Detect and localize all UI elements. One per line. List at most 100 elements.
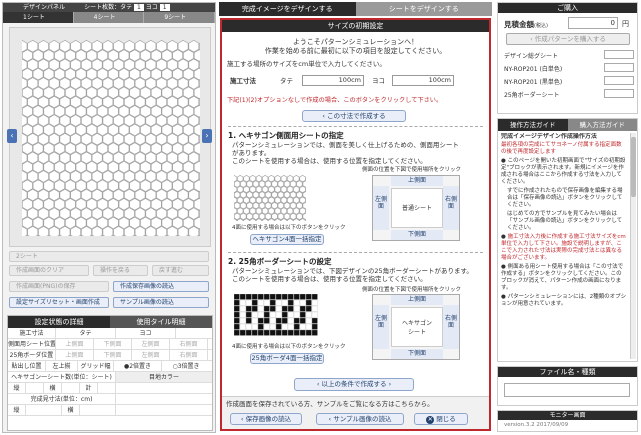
border-diagram-top[interactable]: 上側面 — [391, 295, 443, 305]
section1-line-3: このシートを使用する場合は、使用する位置を指定してください。 — [232, 157, 427, 165]
section1-line-2: があります。 — [232, 149, 271, 157]
tab-operation-guide[interactable]: 操作方法ガイド — [498, 119, 568, 131]
hexagon-grid[interactable] — [22, 40, 200, 236]
tate-input[interactable]: 100cm — [302, 75, 364, 86]
section2-line-2: このシートを使用する場合は、使用する位置を指定してください。 — [232, 275, 427, 283]
diagram-center-sheet: 普通シート — [391, 188, 443, 228]
border-sheet-sample — [234, 294, 318, 336]
tab-purchase-guide[interactable]: 購入方法ガイド — [567, 119, 637, 131]
guide-bullet-2: ● 施工寸法入力後に作成する施工寸法サイズをcm単位で入力して下さい。施設で説明… — [501, 234, 626, 261]
grid-option-3x[interactable]: ○3倍置き — [162, 361, 210, 371]
welcome-line-2: 作業を始める前に最初に以下の項目を設定してください。 — [264, 47, 447, 55]
guide-bullet-1b: すでに作成されたもので保存画像を編集する場合は「保存画像の読込」ボタンをクリック… — [507, 188, 623, 208]
status-title: 設定状態の詳細 — [8, 316, 110, 328]
diagram-left-side[interactable]: 左側面 — [373, 186, 389, 230]
eye-color-title: 目地カラー — [116, 372, 212, 382]
tile-detail-title: 使用タイル明細 — [110, 316, 212, 328]
yoko-input[interactable]: 100cm — [392, 75, 454, 86]
version-label: version.3.2 2017/09/09 — [504, 422, 569, 428]
border-4side-all-button[interactable]: 25角ボーダ4面一括指定 — [250, 353, 324, 364]
guide-title: 完成イメージデザイン作成操作方法 — [501, 133, 597, 140]
sample-caption-2: 4面に使用する場合は以下のボタンをクリック — [232, 344, 346, 350]
tab-4-sheet[interactable]: 4シート — [74, 12, 145, 23]
scroll-left-icon[interactable]: ‹ — [7, 129, 17, 143]
buy-pattern-button[interactable]: ‹ 作成パターンを購入する — [506, 33, 630, 45]
scroll-right-icon[interactable]: › — [202, 129, 212, 143]
section2-title: 2. 25角ボーダーシートの設定 — [228, 257, 332, 266]
guide-bullet-4: ● パターンシミュレーションには、2種類のオプションが用意されています。 — [501, 294, 627, 307]
count-total-label: 計 — [80, 383, 98, 393]
border-pos-right: 右側面 — [170, 350, 208, 360]
hex-4side-all-button[interactable]: ヘキサゴン4面一括指定 — [250, 234, 324, 245]
welcome-line-1: ようこそパターンシミュレーションへ！ — [292, 38, 419, 46]
sheet-counter-yoko: 1 — [159, 4, 170, 11]
clear-canvas-button[interactable]: 作成画面のクリア — [9, 265, 89, 276]
border-diagram-left[interactable]: 左側面 — [373, 305, 389, 349]
item-border-field — [604, 89, 634, 98]
border-pos-bottom: 下側面 — [94, 350, 132, 360]
guide-scrollbar[interactable] — [630, 133, 636, 359]
file-name-field[interactable] — [504, 383, 630, 397]
section1-line-1: パターンシミュレーションでは、側面を美しく仕上げるための、側面用シート — [232, 141, 459, 149]
undo-button[interactable]: 操作を戻る — [93, 265, 148, 276]
divider — [228, 252, 483, 253]
guide-tabs: 操作方法ガイド 購入方法ガイド — [498, 119, 637, 131]
sheet-label: 2シート — [9, 251, 209, 262]
yoko-label: ヨコ — [116, 328, 176, 338]
diagram-right-side[interactable]: 右側面 — [443, 186, 459, 230]
diagram-top-side[interactable]: 上側面 — [391, 176, 443, 186]
chevron-right-icon: › — [388, 380, 392, 388]
guide-bullet-1c: はじめての方でサンプルを見てみたい場合は「サンプル画像の読込」ボタンをクリックし… — [507, 211, 623, 231]
tab-9-sheet[interactable]: 9シート — [144, 12, 215, 23]
size-label: 施工寸法 — [230, 77, 256, 85]
border-diagram-bottom[interactable]: 下側面 — [391, 349, 443, 359]
size-instruction: 施工する場所のサイズをcm単位で入力してください。 — [227, 60, 386, 68]
sample-caption-1: 4面に使用する場合は以下のボタンをクリック — [232, 225, 346, 231]
load-sample-button[interactable]: ‹ サンプル画像の読込 — [316, 413, 404, 425]
guide-bullet-3: ● 側面ある用シート使用する場合は「この寸法で作成する」ボタンをクリックしてくだ… — [501, 264, 624, 291]
finished-yoko-label: 横 — [62, 405, 80, 415]
estimate-label: 見積金額(税込) — [504, 20, 548, 29]
save-png-button[interactable]: 作成画面(PNG)の保存 — [9, 281, 109, 292]
main-tabs: 完成イメージをデザインする シートをデザインする — [219, 2, 492, 16]
sheet-canvas[interactable] — [9, 27, 211, 247]
tab-design-sheet[interactable]: シートをデザインする — [355, 2, 492, 16]
pos-left: 左側面 — [132, 339, 170, 349]
item-white: NY-ROP201 (白単色) — [504, 66, 563, 73]
close-button[interactable]: ✕ 閉じる — [414, 413, 468, 425]
chevron-left-icon: ‹ — [322, 112, 326, 120]
load-sample-image-button[interactable]: サンプル画像の読込 — [113, 297, 209, 308]
click-hint-2: 側面の位置を下図で使用場所をクリック — [362, 287, 462, 293]
chevron-left-icon: ‹ — [240, 415, 244, 423]
create-with-conditions-button[interactable]: ‹ 以上の条件で作成する › — [294, 378, 414, 391]
load-saved-image-button[interactable]: 作成保存画像の読込 — [113, 281, 209, 292]
tab-1-sheet[interactable]: 1シート — [3, 12, 74, 23]
pos-top: 上側面 — [56, 339, 94, 349]
count-yoko-label: 横 — [44, 383, 62, 393]
guide-content: 完成イメージデザイン作成操作方法 最初各項の完成にてサヨネーノ付属する指定面数の… — [501, 133, 627, 359]
yoko-label: ヨコ — [372, 77, 385, 85]
file-title: ファイル名・種類 — [498, 367, 637, 377]
file-box: ファイル名・種類 — [497, 366, 638, 406]
tate-label: タテ — [280, 77, 293, 85]
redo-button[interactable]: 戻す進む — [152, 265, 209, 276]
divider — [228, 126, 483, 127]
diagram-bottom-side[interactable]: 下側面 — [391, 230, 443, 240]
monitor-title: モニター画面 — [498, 411, 637, 420]
border-pos-left: 左側面 — [132, 350, 170, 360]
scrollbar-thumb[interactable] — [631, 137, 636, 197]
settings-status-table: 設定状態の詳細 使用タイル明細 施工寸法 タテ ヨコ 側面用シート位置 上側面 … — [7, 315, 213, 431]
chevron-left-icon: ‹ — [316, 380, 320, 388]
load-saved-button[interactable]: ‹ 保存画像の読込 — [230, 413, 302, 425]
pos-right: 右側面 — [170, 339, 208, 349]
tab-design-image[interactable]: 完成イメージをデザインする — [219, 2, 356, 16]
border-sheet-diagram: 上側面 下側面 左側面 右側面 ヘキサゴン シート — [372, 294, 460, 360]
create-with-size-button[interactable]: ‹ この寸法で作成する — [302, 110, 406, 122]
guide-box: 操作方法ガイド 購入方法ガイド 完成イメージデザイン作成操作方法 最初各項の完成… — [497, 118, 638, 362]
border-diagram-right[interactable]: 右側面 — [443, 305, 459, 349]
grid-option-2x[interactable]: ●2倍置き — [114, 361, 162, 371]
finished-tate-label: 縦 — [8, 405, 26, 415]
sheet-tabs: 1シート 4シート 9シート — [3, 12, 215, 23]
size-reset-button[interactable]: 設定サイズリセット・画面作成 — [9, 297, 109, 308]
yen-label: 円 — [622, 20, 629, 28]
